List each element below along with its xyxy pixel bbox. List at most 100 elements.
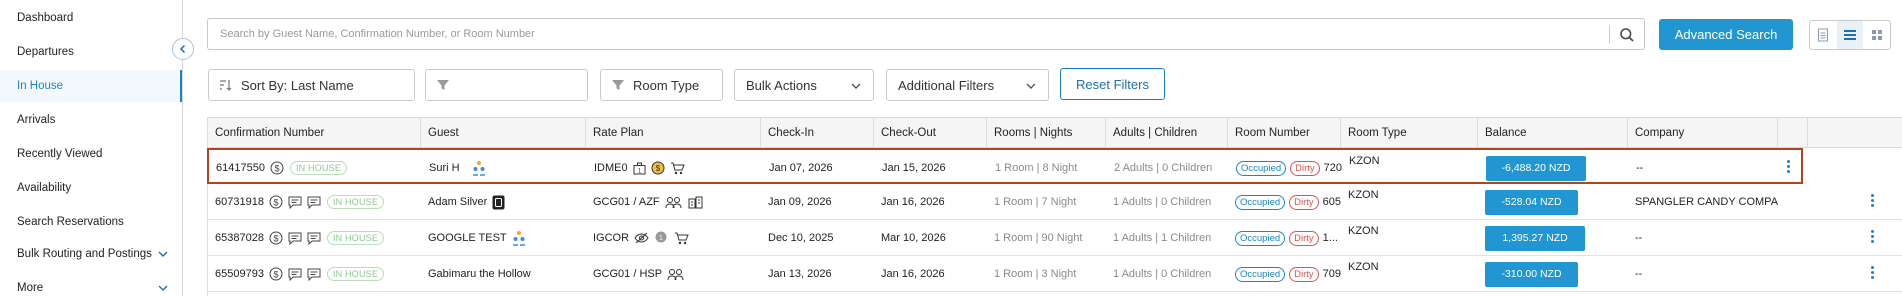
room-type-cell: KZON [1348, 261, 1379, 273]
guest-name[interactable]: Suri H [429, 162, 460, 174]
guest-name[interactable]: GOOGLE TEST [428, 232, 507, 244]
filter-input[interactable] [425, 69, 588, 101]
people-icon [667, 268, 685, 281]
column-header-rooms-nights[interactable]: Rooms | Nights [987, 118, 1106, 148]
sidebar: Dashboard Departures In House Arrivals R… [0, 0, 183, 296]
rate-plan-cell: GCG01 / AZF [586, 184, 761, 220]
adults-children-cell: 1 Adults | 0 Children [1113, 196, 1212, 208]
confirmation-cell: 65509793 $ IN HOUSE [208, 256, 421, 292]
table-header: Confirmation Number Guest Rate Plan Chec… [208, 118, 1902, 148]
dirty-badge: Dirty [1289, 230, 1319, 246]
grid-view-button[interactable] [1863, 21, 1890, 49]
group-icon [512, 230, 526, 246]
row-actions-menu[interactable] [1869, 266, 1875, 282]
sidebar-item-dashboard[interactable]: Dashboard [0, 2, 182, 34]
confirmation-cell: 60731918 $ IN HOUSE [208, 184, 421, 220]
confirmation-number[interactable]: 60731918 [215, 196, 264, 208]
notes-icon [307, 196, 321, 209]
column-header-actions [1778, 118, 1808, 148]
notes-icon [307, 232, 321, 245]
svg-text:$: $ [273, 270, 278, 280]
reset-filters-button[interactable]: Reset Filters [1060, 68, 1165, 100]
balance-button[interactable]: 1,395.27 NZD [1485, 225, 1585, 251]
status-badge: IN HOUSE [289, 161, 348, 175]
confirmation-number[interactable]: 65387028 [215, 232, 264, 244]
rate-plan-cell: GCG01 / HSP [586, 256, 761, 292]
list-view-button[interactable] [1836, 21, 1864, 49]
column-header-rate-plan[interactable]: Rate Plan [586, 118, 761, 148]
guest-cell: Adam Silver [421, 184, 586, 220]
sidebar-item-in-house[interactable]: In House [0, 70, 182, 102]
column-header-check-in[interactable]: Check-In [761, 118, 874, 148]
sidebar-item-label: Recently Viewed [17, 148, 103, 160]
building-icon [688, 196, 703, 209]
room-number-cell: Occupied Dirty 605 [1228, 184, 1341, 220]
filter-icon [437, 80, 449, 90]
sidebar-item-availability[interactable]: Availability [0, 172, 182, 204]
hidden-icon [634, 232, 649, 244]
svg-text:$: $ [655, 164, 660, 173]
balance-cell: -310.00 NZD [1478, 256, 1628, 292]
document-view-button[interactable] [1810, 21, 1837, 49]
room-number-cell: Occupied Dirty 720 [1229, 150, 1342, 186]
confirmation-number[interactable]: 65509793 [215, 268, 264, 280]
row-actions-menu[interactable] [1869, 230, 1875, 246]
rooms-nights-cell: 1 Room | 3 Night [994, 268, 1077, 280]
guest-name[interactable]: Gabimaru the Hollow [428, 268, 531, 280]
balance-button[interactable]: -310.00 NZD [1485, 261, 1578, 287]
row-actions-menu[interactable] [1869, 194, 1875, 210]
column-header-room-number[interactable]: Room Number [1228, 118, 1341, 148]
room-type-cell: KZON [1348, 189, 1379, 201]
sidebar-collapse-button[interactable] [172, 38, 194, 60]
table-row[interactable]: 60731918 $ IN HOUSE Adam Silver GCG01 / … [208, 184, 1902, 220]
sort-dropdown[interactable]: Sort By: Last Name [208, 69, 415, 101]
adults-children-cell: 1 Adults | 1 Children [1113, 232, 1212, 244]
group-icon [472, 160, 486, 176]
people-icon [665, 196, 683, 209]
column-header-room-type[interactable]: Room Type [1341, 118, 1478, 148]
svg-text:$: $ [274, 164, 279, 174]
table-row[interactable]: 65509793 $ IN HOUSE Gabimaru the Hollow … [208, 256, 1902, 292]
table-row[interactable]: 65387028 $ IN HOUSE GOOGLE TEST IGCOR 1 … [208, 220, 1902, 256]
sidebar-item-departures[interactable]: Departures [0, 36, 182, 68]
bulk-actions-dropdown[interactable]: Bulk Actions [734, 69, 874, 101]
dirty-badge: Dirty [1289, 266, 1319, 282]
room-type-filter[interactable]: Room Type [600, 69, 723, 101]
advanced-search-button[interactable]: Advanced Search [1659, 19, 1793, 50]
dollar-icon: $ [269, 267, 283, 281]
sidebar-item-label: Arrivals [17, 114, 56, 126]
sidebar-item-recently-viewed[interactable]: Recently Viewed [0, 138, 182, 170]
row-actions-menu[interactable] [1785, 160, 1791, 176]
vip-icon [492, 195, 505, 210]
guest-cell: Suri H [422, 150, 587, 186]
rooms-nights-cell: 1 Room | 90 Night [994, 232, 1083, 244]
svg-text:$: $ [273, 198, 278, 208]
guest-name[interactable]: Adam Silver [428, 196, 487, 208]
check-in-cell: Dec 10, 2025 [768, 232, 834, 244]
search-input[interactable] [220, 19, 1600, 49]
column-header-adults-children[interactable]: Adults | Children [1106, 118, 1228, 148]
column-header-guest[interactable]: Guest [421, 118, 586, 148]
filter-icon [612, 80, 624, 90]
table-row[interactable]: 61417550 $ IN HOUSE Suri H IDME0 1 $ Jan… [207, 148, 1803, 184]
balance-button[interactable]: -528.04 NZD [1485, 189, 1578, 215]
chevron-down-icon [158, 251, 168, 257]
additional-filters-dropdown[interactable]: Additional Filters [886, 69, 1049, 101]
column-header-confirmation[interactable]: Confirmation Number [208, 118, 421, 148]
column-header-check-out[interactable]: Check-Out [874, 118, 987, 148]
room-number-cell: Occupied Dirty 709 [1228, 256, 1341, 292]
room-type-cell: KZON [1349, 155, 1380, 167]
confirmation-number[interactable]: 61417550 [216, 162, 265, 174]
sidebar-item-search-reservations[interactable]: Search Reservations [0, 206, 182, 238]
room-number-cell: Occupied Dirty 1... [1228, 220, 1341, 256]
search-icon[interactable] [1619, 27, 1635, 43]
grid-view-icon [1871, 30, 1882, 40]
sidebar-item-bulk-routing[interactable]: Bulk Routing and Postings [0, 238, 182, 270]
column-header-company[interactable]: Company [1628, 118, 1778, 148]
balance-button[interactable]: -6,488.20 NZD [1486, 155, 1586, 181]
rate-plan: GCG01 / AZF [593, 196, 660, 208]
confirmation-cell: 65387028 $ IN HOUSE [208, 220, 421, 256]
sidebar-item-arrivals[interactable]: Arrivals [0, 104, 182, 136]
column-header-balance[interactable]: Balance [1478, 118, 1628, 148]
sidebar-item-more[interactable]: More [0, 272, 182, 296]
